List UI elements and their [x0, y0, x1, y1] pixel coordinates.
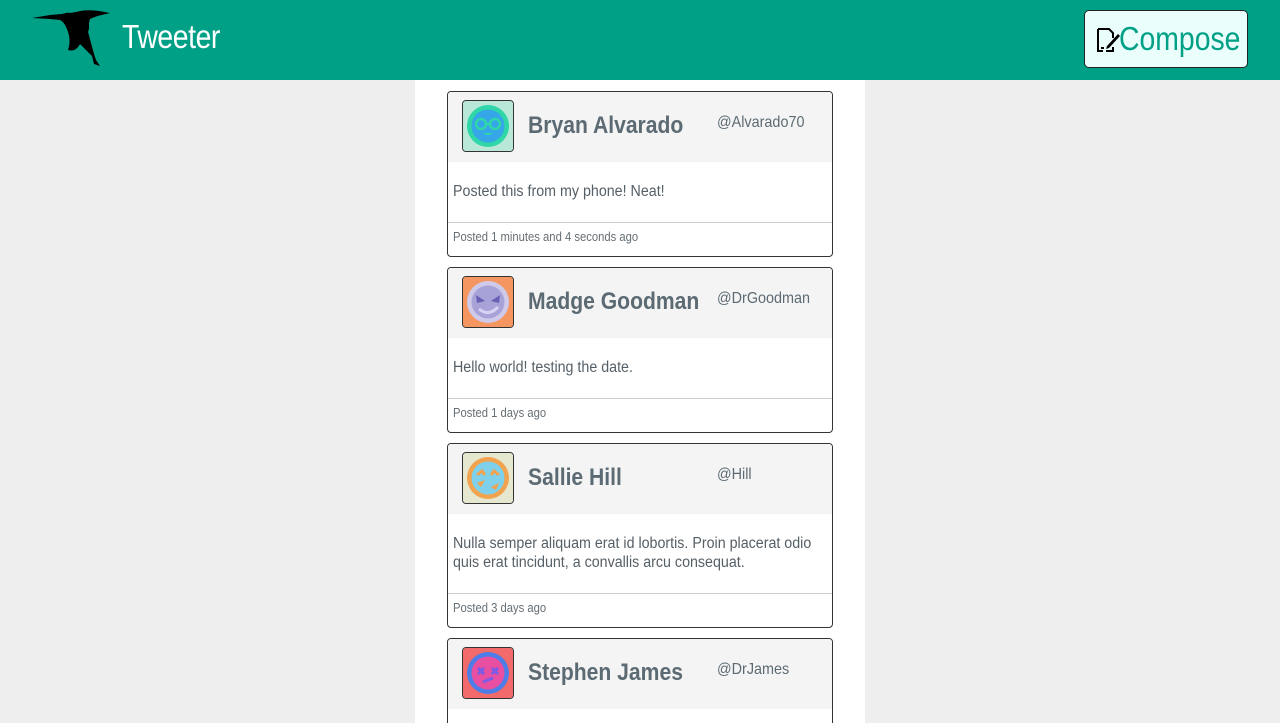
dizzy-face-avatar-icon — [463, 648, 513, 698]
tweet-footer: Posted 1 minutes and 4 seconds ago — [448, 222, 832, 256]
tweet-author-handle[interactable]: @Alvarado70 — [717, 114, 804, 132]
tweet-text: Posted this from my phone! Neat! — [453, 183, 665, 200]
tweet-card: Bryan Alvarado @Alvarado70 Posted this f… — [447, 91, 833, 257]
laughing-face-avatar-icon — [463, 453, 513, 503]
tweet-footer: Posted 1 days ago — [448, 398, 832, 432]
tweet-timestamp: Posted 1 days ago — [453, 406, 547, 420]
tweet-card: Madge Goodman @DrGoodman Hello world! te… — [447, 267, 833, 433]
compose-button-label: Compose — [1119, 20, 1241, 57]
tweet-card: Sallie Hill @Hill Nulla semper aliquam e… — [447, 443, 833, 628]
tweet-text — [448, 709, 832, 723]
tweet-timestamp: Posted 1 minutes and 4 seconds ago — [453, 230, 639, 244]
compose-button[interactable]: Compose — [1084, 10, 1248, 68]
top-navbar: Tweeter Compose — [0, 0, 1280, 80]
tweet-author-handle[interactable]: @DrGoodman — [717, 290, 810, 308]
tweet-author-name[interactable]: Sallie Hill — [528, 464, 622, 492]
tweet-footer: Posted 3 days ago — [448, 593, 832, 627]
nerd-face-avatar-icon — [463, 101, 513, 151]
hummingbird-logo-icon[interactable] — [30, 8, 114, 68]
tweet-card: Stephen James @DrJames — [447, 638, 833, 723]
user-avatar[interactable] — [462, 276, 514, 328]
user-avatar[interactable] — [462, 100, 514, 152]
smirk-face-avatar-icon — [463, 277, 513, 327]
tweet-timestamp: Posted 3 days ago — [453, 601, 547, 615]
tweet-feed[interactable]: Bryan Alvarado @Alvarado70 Posted this f… — [415, 80, 865, 723]
tweet-author-handle[interactable]: @DrJames — [717, 661, 789, 679]
tweet-author-name[interactable]: Madge Goodman — [528, 288, 699, 316]
tweet-author-name[interactable]: Bryan Alvarado — [528, 112, 683, 140]
tweet-header: Stephen James @DrJames — [448, 639, 832, 709]
tweet-text: Nulla semper aliquam erat id lobortis. P… — [453, 535, 812, 571]
tweet-author-name[interactable]: Stephen James — [528, 659, 683, 687]
compose-edit-icon — [1097, 28, 1120, 52]
tweet-text: Hello world! testing the date. — [453, 359, 633, 376]
app-brand-title[interactable]: Tweeter — [122, 18, 220, 56]
user-avatar[interactable] — [462, 647, 514, 699]
tweet-author-handle[interactable]: @Hill — [717, 466, 752, 484]
tweet-header: Bryan Alvarado @Alvarado70 — [448, 92, 832, 162]
tweet-header: Madge Goodman @DrGoodman — [448, 268, 832, 338]
tweet-header: Sallie Hill @Hill — [448, 444, 832, 514]
user-avatar[interactable] — [462, 452, 514, 504]
